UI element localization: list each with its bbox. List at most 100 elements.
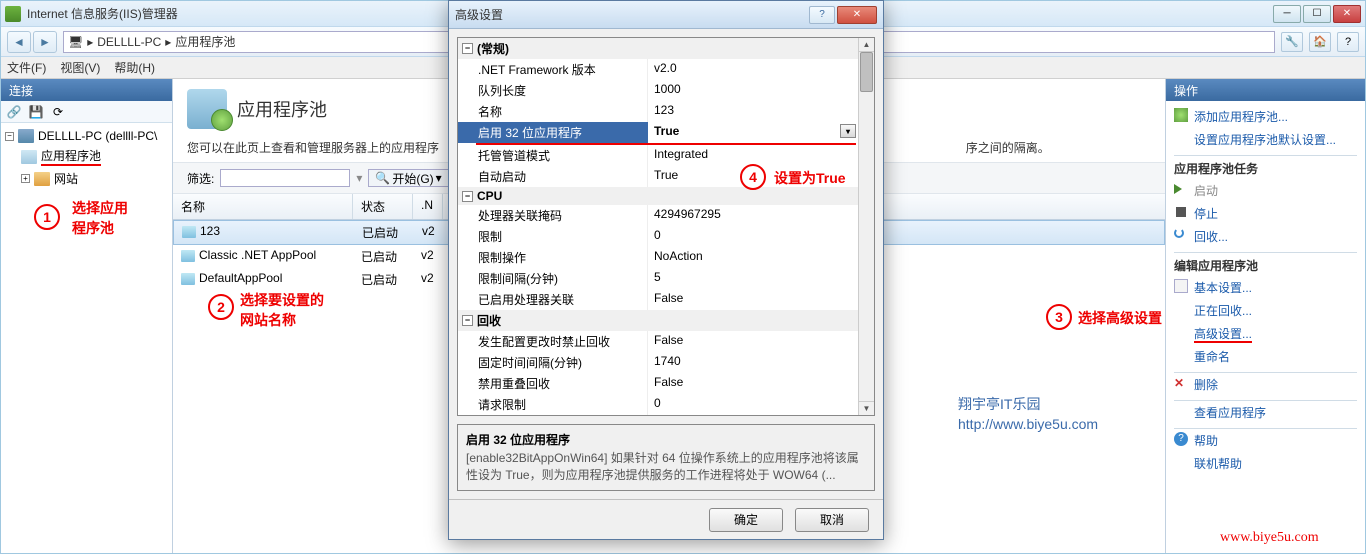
menu-help[interactable]: 帮助(H) xyxy=(114,59,155,76)
action-start[interactable]: 启动 xyxy=(1174,179,1357,202)
scrollbar[interactable]: ▲ ▼ xyxy=(858,38,874,415)
watermark-url: http://www.biye5u.com xyxy=(958,416,1098,432)
annotation-1-text-b: 程序池 xyxy=(72,218,114,238)
tree-sites[interactable]: + 网站 xyxy=(5,168,168,189)
prop-limit[interactable]: 限制0 xyxy=(458,226,858,247)
dialog-close-button[interactable]: ✕ xyxy=(837,6,877,24)
category-recycle[interactable]: −回收 xyxy=(458,310,858,331)
property-grid[interactable]: −(常规) .NET Framework 版本v2.0 队列长度1000 名称1… xyxy=(457,37,875,416)
cancel-button[interactable]: 取消 xyxy=(795,508,869,532)
action-add-pool[interactable]: 添加应用程序池... xyxy=(1174,105,1357,128)
prop-limit-action[interactable]: 限制操作NoAction xyxy=(458,247,858,268)
action-delete[interactable]: ✕删除 xyxy=(1174,373,1357,396)
delete-icon: ✕ xyxy=(1174,376,1188,390)
annotation-2-circle: 2 xyxy=(208,294,234,320)
category-general[interactable]: −(常规) xyxy=(458,38,858,59)
dropdown-icon[interactable]: ▾ xyxy=(840,124,856,138)
action-view-apps[interactable]: 查看应用程序 xyxy=(1174,401,1357,424)
prop-enable-32bit[interactable]: 启用 32 位应用程序 True▾ xyxy=(458,122,858,143)
action-rename[interactable]: 重命名 xyxy=(1174,345,1357,368)
scroll-down-icon[interactable]: ▼ xyxy=(859,401,874,415)
filter-input[interactable] xyxy=(220,169,350,187)
iis-icon xyxy=(5,6,21,22)
site-icon xyxy=(34,172,50,186)
collapse-icon[interactable]: − xyxy=(462,191,473,202)
back-button[interactable]: ◄ xyxy=(7,31,31,53)
prop-pipeline[interactable]: 托管管道模式Integrated xyxy=(458,145,858,166)
connections-header: 连接 xyxy=(1,79,172,101)
tasks-group-label: 应用程序池任务 xyxy=(1174,155,1357,179)
annotation-2-text: 选择要设置的 xyxy=(240,290,324,310)
prop-queue-length[interactable]: 队列长度1000 xyxy=(458,80,858,101)
collapse-icon[interactable]: − xyxy=(462,43,473,54)
tree-app-pools[interactable]: 应用程序池 xyxy=(5,145,168,168)
col-status[interactable]: 状态 xyxy=(353,194,413,219)
watermark-footer: www.biye5u.com xyxy=(1220,530,1319,546)
tree-connect-icon[interactable]: 🔗 xyxy=(5,104,23,120)
actions-header: 操作 xyxy=(1166,79,1365,101)
action-recycle[interactable]: 回收... xyxy=(1174,225,1357,248)
category-cpu[interactable]: −CPU xyxy=(458,187,858,205)
maximize-button[interactable]: ☐ xyxy=(1303,5,1331,23)
col-name[interactable]: 名称 xyxy=(173,194,353,219)
action-advanced[interactable]: 高级设置... xyxy=(1174,322,1357,345)
prop-netfx[interactable]: .NET Framework 版本v2.0 xyxy=(458,59,858,80)
collapse-icon[interactable]: − xyxy=(462,315,473,326)
dialog-help-button[interactable]: ? xyxy=(809,6,835,24)
action-help[interactable]: ?帮助 xyxy=(1174,429,1357,452)
pool-row-icon xyxy=(181,250,195,262)
tree-toolbar: 🔗 💾 ⟳ xyxy=(1,101,172,123)
recycle-icon xyxy=(1174,228,1184,238)
prop-regular-time[interactable]: 固定时间间隔(分钟)1740 xyxy=(458,352,858,373)
prop-name[interactable]: 名称123 xyxy=(458,101,858,122)
prop-limit-interval[interactable]: 限制间隔(分钟)5 xyxy=(458,268,858,289)
page-title: 应用程序池 xyxy=(237,96,327,122)
prop-disable-overlap[interactable]: 禁用重叠回收False xyxy=(458,373,858,394)
breadcrumb-node[interactable]: 应用程序池 xyxy=(175,33,235,50)
edit-group-label: 编辑应用程序池 xyxy=(1174,252,1357,276)
prop-affinity-enabled[interactable]: 已启用处理器关联False xyxy=(458,289,858,310)
dialog-title: 高级设置 xyxy=(455,6,809,23)
watermark-site: 翔宇亭IT乐园 xyxy=(958,394,1040,414)
tree-refresh-icon[interactable]: ⟳ xyxy=(49,104,67,120)
connections-tree: − DELLLL-PC (dellll-PC\ 应用程序池 + 网站 xyxy=(1,123,172,193)
play-icon xyxy=(1174,184,1182,194)
action-basic[interactable]: 基本设置... xyxy=(1174,276,1357,299)
annotation-3-text: 选择高级设置 xyxy=(1078,308,1162,328)
action-set-defaults[interactable]: 设置应用程序池默认设置... xyxy=(1174,128,1357,151)
tree-save-icon[interactable]: 💾 xyxy=(27,104,45,120)
prop-disable-on-config[interactable]: 发生配置更改时禁止回收False xyxy=(458,331,858,352)
page-desc: 您可以在此页上查看和管理服务器上的应用程序 xyxy=(187,141,439,155)
action-online-help[interactable]: 联机帮助 xyxy=(1174,452,1357,475)
forward-button[interactable]: ► xyxy=(33,31,57,53)
nav-help-icon[interactable]: ? xyxy=(1337,32,1359,52)
prop-log-event[interactable]: +生成回收事件日志条目 xyxy=(458,415,858,416)
desc-title: 启用 32 位应用程序 xyxy=(466,431,866,448)
server-icon xyxy=(18,129,34,143)
scroll-up-icon[interactable]: ▲ xyxy=(859,38,874,52)
col-net[interactable]: .N xyxy=(413,194,443,219)
ok-button[interactable]: 确定 xyxy=(709,508,783,532)
action-recycling[interactable]: 正在回收... xyxy=(1174,299,1357,322)
prop-affinity-mask[interactable]: 处理器关联掩码4294967295 xyxy=(458,205,858,226)
action-stop[interactable]: 停止 xyxy=(1174,202,1357,225)
property-description: 启用 32 位应用程序 [enable32BitAppOnWin64] 如果针对… xyxy=(457,424,875,491)
breadcrumb-host[interactable]: DELLLL-PC xyxy=(97,35,161,49)
nav-icon-2[interactable]: 🏠 xyxy=(1309,32,1331,52)
tree-toggle-icon[interactable]: − xyxy=(5,132,14,141)
nav-icon-1[interactable]: 🔧 xyxy=(1281,32,1303,52)
menu-view[interactable]: 视图(V) xyxy=(60,59,100,76)
prop-request-limit[interactable]: 请求限制0 xyxy=(458,394,858,415)
app-pools-big-icon xyxy=(187,89,227,129)
menu-file[interactable]: 文件(F) xyxy=(7,59,46,76)
annotation-4-circle: 4 xyxy=(740,164,766,190)
scroll-thumb[interactable] xyxy=(860,52,873,92)
help-icon: ? xyxy=(1174,432,1188,446)
tree-root[interactable]: − DELLLL-PC (dellll-PC\ xyxy=(5,127,168,145)
minimize-button[interactable]: ─ xyxy=(1273,5,1301,23)
tree-toggle-sites-icon[interactable]: + xyxy=(21,174,30,183)
start-button[interactable]: 🔍 开始(G) ▾ xyxy=(368,169,448,187)
actions-panel: 操作 添加应用程序池... 设置应用程序池默认设置... 应用程序池任务 启动 … xyxy=(1165,79,1365,553)
page-desc-tail: 序之间的隔离。 xyxy=(966,141,1050,155)
close-button[interactable]: ✕ xyxy=(1333,5,1361,23)
